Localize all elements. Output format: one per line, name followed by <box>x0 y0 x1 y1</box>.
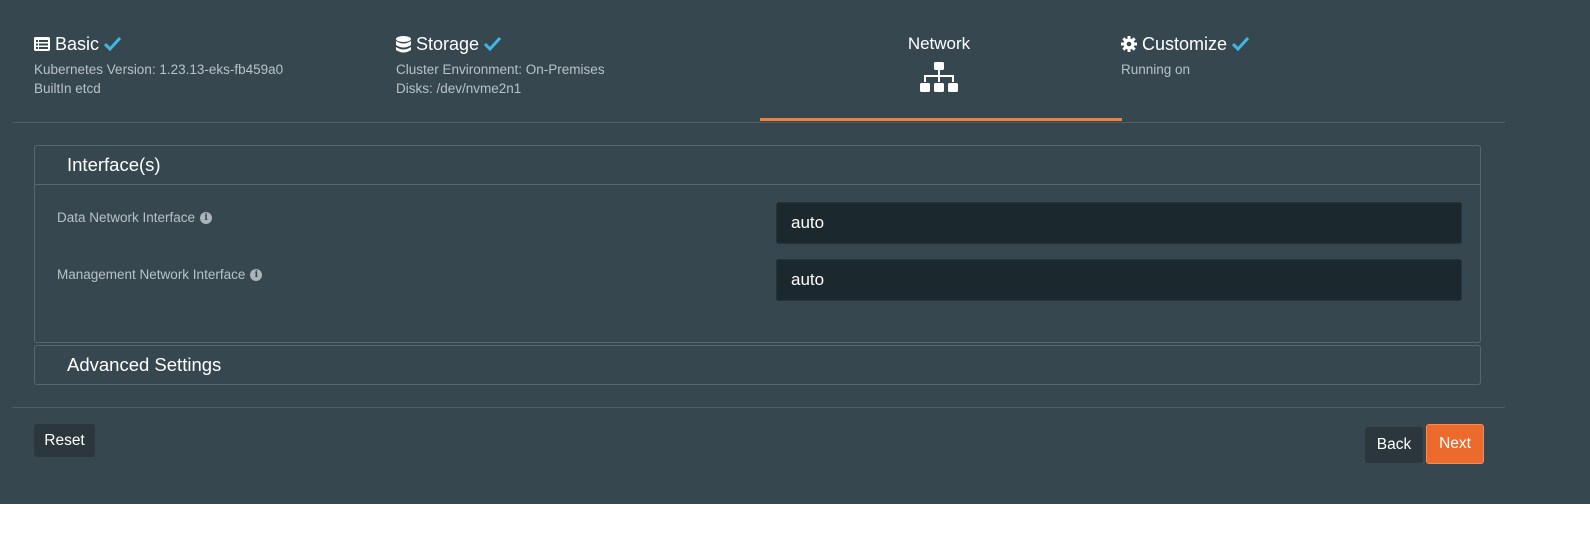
back-button[interactable]: Back <box>1365 427 1423 463</box>
next-button[interactable]: Next <box>1426 424 1484 464</box>
disks-text: Disks: /dev/nvme2n1 <box>396 81 522 96</box>
management-network-interface-input[interactable] <box>776 259 1462 301</box>
wizard-steps: Basic Kubernetes Version: 1.23.13-eks-fb… <box>12 0 1505 123</box>
cluster-environment-text: Cluster Environment: On-Premises <box>396 62 605 77</box>
step-network-title: Network <box>907 34 971 53</box>
step-basic-title: Basic <box>55 33 100 54</box>
data-network-interface-input[interactable] <box>776 202 1462 244</box>
advanced-settings-section[interactable]: Advanced Settings <box>34 345 1481 385</box>
kubernetes-version-text: Kubernetes Version: 1.23.13-eks-fb459a0 <box>34 62 284 77</box>
sitemap-icon <box>760 62 1118 94</box>
management-network-interface-label: Management Network Interface <box>57 267 246 282</box>
data-network-interface-label: Data Network Interface <box>57 210 196 225</box>
reset-button[interactable]: Reset <box>34 424 95 457</box>
step-basic[interactable]: Basic Kubernetes Version: 1.23.13-eks-fb… <box>34 32 283 98</box>
footer-divider <box>12 407 1505 408</box>
check-icon <box>484 37 502 51</box>
check-icon <box>104 37 122 51</box>
interfaces-section: Interface(s) Data Network Interface i Ma… <box>34 145 1481 343</box>
wizard-panel: Basic Kubernetes Version: 1.23.13-eks-fb… <box>0 0 1590 504</box>
step-storage-title: Storage <box>416 33 480 54</box>
management-network-interface-row: Management Network Interface i <box>57 259 1462 309</box>
gear-icon <box>1121 36 1137 52</box>
step-customize[interactable]: Customize Running on <box>1121 32 1250 79</box>
etcd-text: BuiltIn etcd <box>34 81 101 96</box>
step-basic-summary: Kubernetes Version: 1.23.13-eks-fb459a0 … <box>34 60 283 98</box>
data-network-interface-row: Data Network Interface i <box>57 202 1462 252</box>
step-customize-title: Customize <box>1142 33 1228 54</box>
info-icon[interactable]: i <box>250 268 263 281</box>
advanced-settings-header[interactable]: Advanced Settings <box>35 346 1480 384</box>
info-icon[interactable]: i <box>200 211 213 224</box>
list-icon <box>34 37 50 51</box>
running-on-text: Running on <box>1121 62 1191 77</box>
check-icon <box>1232 37 1250 51</box>
active-step-indicator <box>760 118 1122 121</box>
interfaces-section-header[interactable]: Interface(s) <box>35 146 1480 185</box>
step-customize-summary: Running on <box>1121 60 1249 79</box>
step-storage-summary: Cluster Environment: On-Premises Disks: … <box>396 60 605 98</box>
database-icon <box>396 35 411 53</box>
step-storage[interactable]: Storage Cluster Environment: On-Premises… <box>396 32 605 98</box>
step-network[interactable]: Network <box>760 32 1118 94</box>
